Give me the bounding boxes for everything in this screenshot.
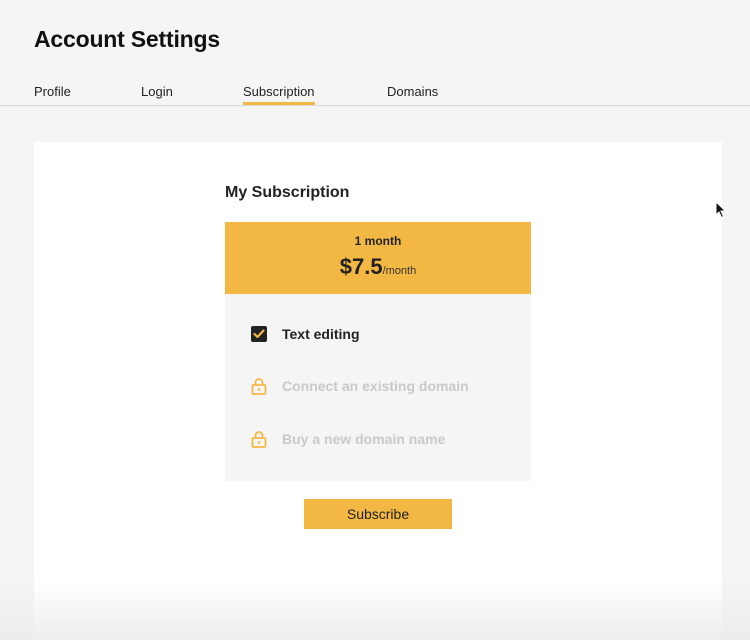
- plan-name: 1 month: [354, 234, 402, 248]
- plan-period: /month: [382, 265, 417, 277]
- lock-icon: [251, 430, 267, 448]
- feature-item-connect-domain: Connect an existing domain: [251, 376, 521, 396]
- section-title: My Subscription: [225, 184, 350, 201]
- feature-label: Buy a new domain name: [282, 431, 446, 447]
- mouse-cursor-icon: [715, 200, 727, 219]
- plan-price-row: $7.5/month: [225, 254, 531, 280]
- tab-subscription[interactable]: Subscription: [243, 84, 315, 105]
- feature-label: Connect an existing domain: [282, 378, 469, 394]
- tab-profile[interactable]: Profile: [34, 84, 71, 105]
- checkbox-checked-icon: [251, 326, 267, 342]
- feature-label: Text editing: [282, 326, 360, 342]
- tab-login[interactable]: Login: [141, 84, 173, 105]
- plan-price: $7.5: [339, 254, 383, 279]
- tab-domains[interactable]: Domains: [387, 84, 438, 105]
- page-title: Account Settings: [34, 26, 220, 52]
- subscription-panel: My Subscription 1 month $7.5/month Text …: [34, 142, 722, 640]
- subscribe-button[interactable]: Subscribe: [304, 499, 452, 529]
- feature-item-buy-domain: Buy a new domain name: [251, 429, 521, 449]
- feature-list: Text editing Connect an existing domain: [225, 294, 531, 481]
- feature-item-text-editing: Text editing: [251, 324, 521, 344]
- plan-header: 1 month $7.5/month: [225, 222, 531, 294]
- settings-tabs: Profile Login Subscription Domains: [0, 84, 750, 106]
- lock-icon: [251, 377, 267, 395]
